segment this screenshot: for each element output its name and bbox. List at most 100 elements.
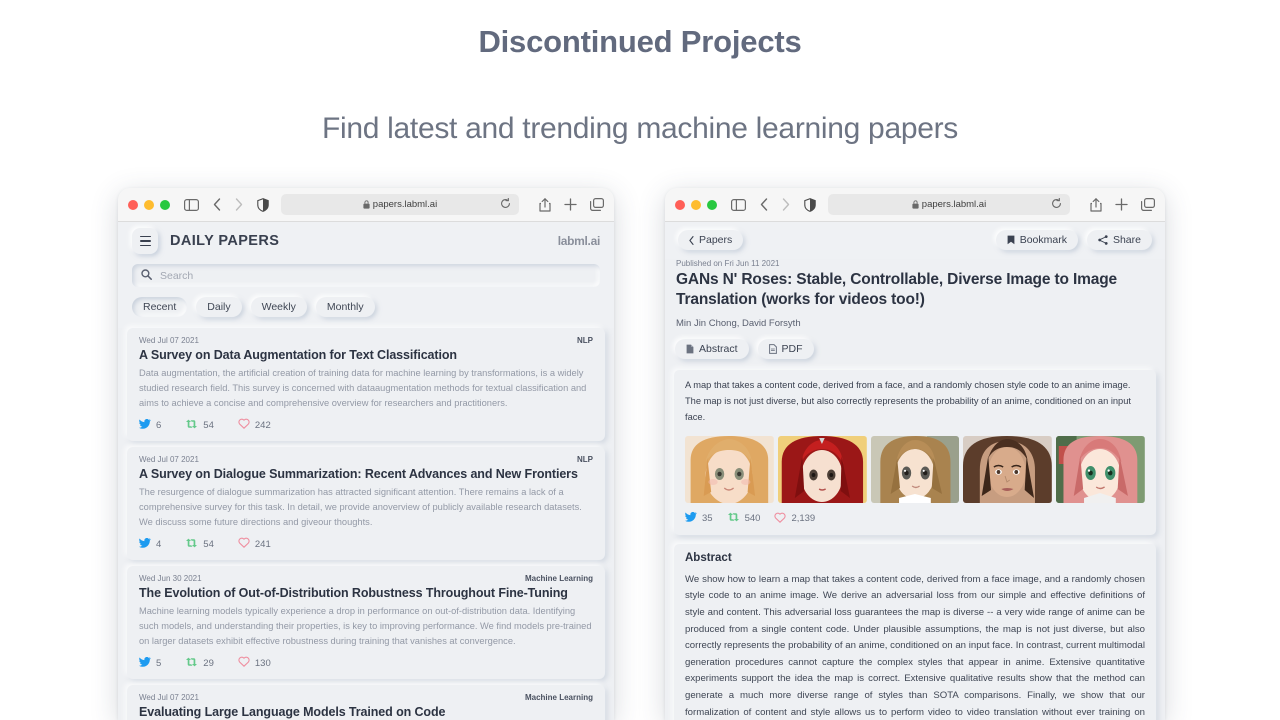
paper-title[interactable]: A Survey on Dialogue Summarization: Rece… (139, 467, 593, 481)
paper-tag: Machine Learning (524, 693, 593, 703)
twitter-icon (139, 537, 151, 551)
paper-toolbar-actions: Bookmark Share (995, 230, 1152, 250)
traffic-lights (675, 199, 717, 210)
heart-icon (774, 512, 787, 526)
filter-chip-daily[interactable]: Daily (196, 297, 242, 317)
search-box[interactable] (132, 264, 600, 287)
app-header-left: DAILY PAPERS labml.ai (118, 222, 614, 260)
address-bar[interactable]: papers.labml.ai (281, 194, 519, 215)
paper-abstract: Machine learning models typically experi… (139, 606, 592, 647)
share-button[interactable]: Share (1086, 230, 1152, 250)
paper-list-item[interactable]: Wed Jul 07 2021 NLP A Survey on Dialogue… (127, 447, 605, 561)
bookmark-icon (1007, 235, 1015, 245)
back-chevron-icon[interactable] (760, 198, 768, 211)
tweet-count: 6 (156, 419, 162, 431)
paper-list-item[interactable]: Wed Jun 30 2021 Machine Learning The Evo… (127, 566, 605, 680)
share-label: Share (1112, 234, 1141, 246)
abstract-button[interactable]: Abstract (675, 338, 749, 359)
tweet-stat: 6 (139, 418, 162, 432)
maximize-window-button[interactable] (707, 199, 717, 210)
url-host: papers.labml.ai (372, 199, 438, 210)
twitter-icon (139, 418, 151, 432)
close-window-button[interactable] (675, 199, 685, 210)
lock-icon (912, 200, 919, 209)
tab-overview-icon[interactable] (590, 198, 604, 211)
filter-chip-weekly[interactable]: Weekly (250, 297, 307, 317)
real-face-woman[interactable] (963, 435, 1053, 503)
retweet-icon (727, 512, 740, 525)
address-bar[interactable]: papers.labml.ai (828, 194, 1070, 215)
document-icon (686, 344, 694, 354)
paper-detail-stats: 35 540 2,139 (685, 512, 1145, 526)
paper-published-date: Published on Fri Jun 11 2021 (676, 259, 780, 268)
anime-face-pink[interactable] (1056, 435, 1145, 503)
plus-icon[interactable] (564, 198, 577, 211)
reload-icon[interactable] (500, 196, 511, 214)
retweet-stat: 54 (185, 419, 214, 432)
heart-icon (238, 656, 250, 670)
tweet-media-gallery (685, 435, 1145, 503)
paper-stats: 4 54 241 (139, 537, 593, 551)
filter-chip-monthly[interactable]: Monthly (315, 297, 375, 317)
retweet-count: 540 (744, 513, 761, 525)
privacy-shield-icon[interactable] (257, 197, 269, 212)
retweet-icon (185, 419, 198, 432)
tweet-stat: 4 (139, 537, 161, 551)
heart-icon (238, 537, 250, 551)
paper-list-item[interactable]: Wed Jul 07 2021 Machine Learning Evaluat… (127, 685, 605, 720)
anime-face-blonde[interactable] (685, 435, 774, 503)
minimize-window-button[interactable] (144, 199, 154, 210)
tweet-stat: 35 (685, 512, 713, 525)
paper-detail-actions: Abstract PDF (675, 338, 1156, 359)
privacy-shield-icon[interactable] (804, 197, 816, 212)
forward-chevron-icon[interactable] (782, 198, 790, 211)
browser-window-left: papers.labml.ai DAILY PAPERS labml.ai Se… (118, 188, 614, 720)
lock-icon (363, 200, 370, 209)
sidebar-toggle-icon[interactable] (731, 198, 746, 211)
retweet-count: 29 (203, 657, 214, 669)
share-icon[interactable] (1090, 197, 1102, 212)
paper-title[interactable]: A Survey on Data Augmentation for Text C… (139, 348, 593, 362)
app-title: DAILY PAPERS (170, 233, 280, 249)
minimize-window-button[interactable] (691, 199, 701, 210)
address-bar-text: papers.labml.ai (912, 199, 986, 210)
paper-title[interactable]: The Evolution of Out-of-Distribution Rob… (139, 586, 593, 600)
search-input[interactable] (160, 269, 591, 282)
plus-icon[interactable] (1115, 198, 1128, 211)
tweet-card: A map that takes a content code, derived… (674, 369, 1156, 535)
retweet-count: 54 (203, 419, 214, 431)
like-count: 130 (254, 657, 271, 669)
like-count: 241 (254, 538, 271, 550)
maximize-window-button[interactable] (160, 199, 170, 210)
abstract-body: We show how to learn a map that takes a … (685, 573, 1145, 718)
page-title: Discontinued Projects (478, 24, 802, 59)
share-icon[interactable] (539, 197, 551, 212)
abstract-label: Abstract (699, 342, 738, 355)
anime-face-redhead[interactable] (777, 435, 867, 503)
bookmark-button[interactable]: Bookmark (995, 230, 1078, 250)
traffic-lights (128, 199, 170, 210)
pdf-label: PDF (781, 342, 803, 355)
page-root: Discontinued Projects Find latest and tr… (0, 0, 1280, 720)
filter-chip-recent[interactable]: Recent (132, 297, 188, 317)
back-chevron-icon[interactable] (213, 198, 221, 211)
hamburger-menu-icon[interactable] (132, 228, 158, 254)
tab-overview-icon[interactable] (1141, 198, 1155, 211)
reload-icon[interactable] (1051, 196, 1062, 214)
paper-date: Wed Jul 07 2021 (139, 336, 199, 345)
back-to-papers-label: Papers (699, 234, 733, 246)
anime-face-brown[interactable] (870, 435, 960, 503)
close-window-button[interactable] (128, 199, 138, 210)
like-count: 2,139 (791, 513, 816, 525)
tweet-stat: 5 (139, 656, 161, 670)
like-stat: 2,139 (774, 512, 815, 526)
pdf-button[interactable]: PDF (757, 338, 814, 359)
paper-meta: Wed Jul 07 2021 Machine Learning (139, 693, 593, 702)
retweet-icon (185, 657, 198, 670)
sidebar-toggle-icon[interactable] (184, 198, 199, 211)
paper-title[interactable]: Evaluating Large Language Models Trained… (139, 705, 593, 719)
forward-chevron-icon[interactable] (235, 198, 243, 211)
paper-list-item[interactable]: Wed Jul 07 2021 NLP A Survey on Data Aug… (127, 328, 605, 442)
browser-toolbar-right (531, 197, 604, 212)
back-to-papers-button[interactable]: Papers (678, 230, 744, 250)
